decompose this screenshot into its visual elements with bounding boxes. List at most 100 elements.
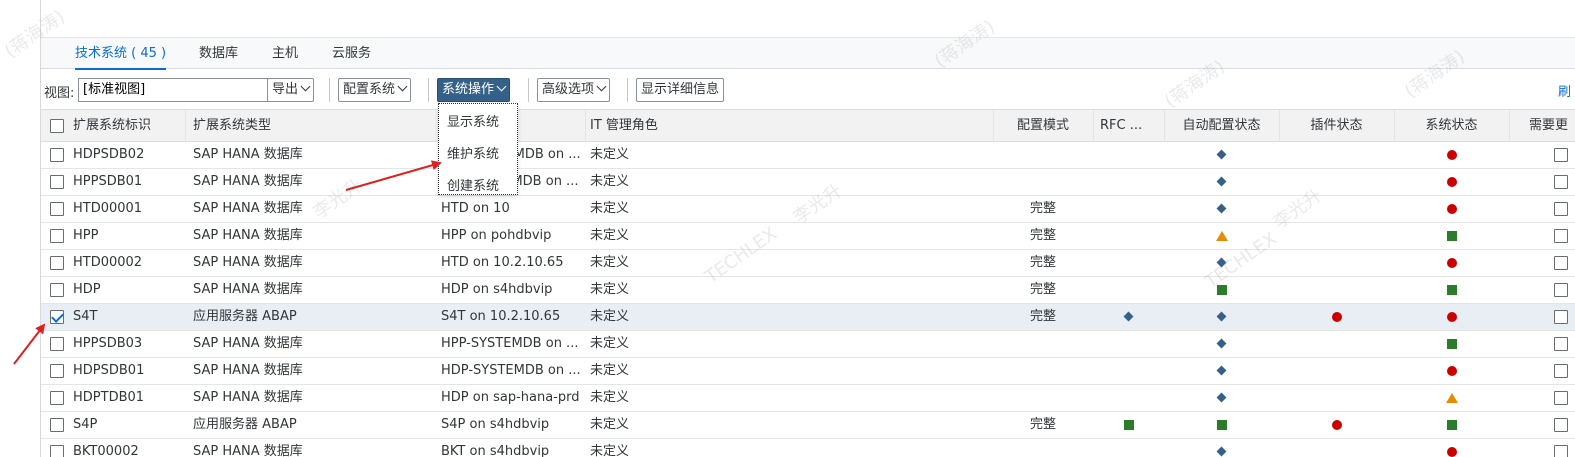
cell-system-type: SAP HANA 数据库 [193, 336, 303, 351]
col-header-plugin[interactable]: 插件状态 [1279, 110, 1394, 142]
export-button[interactable]: 导出 [267, 78, 315, 102]
need-update-checkbox[interactable] [1554, 175, 1568, 189]
toolbar-right-link[interactable]: 刷 [1558, 81, 1571, 100]
table-row[interactable]: HDPSDB01 SAP HANA 数据库 HDP-SYSTEMDB on ... 未… [41, 358, 1575, 385]
config-system-label: 配置系统 [343, 82, 396, 97]
cell-auto-config-status [1164, 277, 1279, 303]
cell-rfc-status [1093, 304, 1164, 330]
need-update-checkbox[interactable] [1554, 364, 1568, 378]
cell-system-status [1394, 304, 1509, 330]
col-header-type[interactable]: 扩展系统类型 [193, 110, 433, 142]
need-update-checkbox[interactable] [1554, 283, 1568, 297]
cell-system-type: SAP HANA 数据库 [193, 201, 303, 216]
view-select[interactable]: [标准视图] [78, 78, 289, 102]
col-header-rfc[interactable]: RFC ... [1100, 110, 1162, 142]
diamond-status-icon [1216, 446, 1227, 457]
table-row[interactable]: HDPSDB02SAP HANA 数据库HDP-SYSTEMDB on ...未… [41, 142, 1575, 169]
cell-config-mode [993, 439, 1093, 457]
cell-it-role: 未定义 [590, 336, 630, 351]
cell-it-role: 未定义 [590, 417, 630, 432]
row-checkbox[interactable] [50, 283, 64, 297]
advanced-options-label: 高级选项 [542, 82, 595, 97]
row-checkbox[interactable] [50, 364, 64, 378]
cell-system-name: HPP-SYSTEMDB on ... [441, 336, 579, 351]
need-update-checkbox[interactable] [1554, 202, 1568, 216]
circle-status-icon [1446, 203, 1457, 214]
table-row[interactable]: BKT00002 SAP HANA 数据库 BKT on s4hdbvip 未定义 [41, 439, 1575, 457]
need-update-checkbox[interactable] [1554, 148, 1568, 162]
triangle-status-icon [1445, 392, 1458, 403]
cell-system-id: HDP [73, 282, 101, 297]
config-system-button[interactable]: 配置系统 [338, 78, 412, 102]
view-label: 视图: [44, 86, 75, 101]
cell-it-role: 未定义 [590, 444, 630, 457]
row-checkbox[interactable] [50, 148, 64, 162]
table-row[interactable]: HPPSDB03 SAP HANA 数据库 HPP-SYSTEMDB on ... 未… [41, 331, 1575, 358]
square-status-icon [1446, 284, 1457, 295]
table-row[interactable]: HPP SAP HANA 数据库 HPP on pohdbvip 未定义 完整 [41, 223, 1575, 250]
row-checkbox[interactable] [50, 202, 64, 216]
cell-it-role: 未定义 [590, 174, 630, 189]
table-row[interactable]: HTD00002 SAP HANA 数据库 HTD on 10.2.10.65 未定义… [41, 250, 1575, 277]
table-row[interactable]: HTD00001 SAP HANA 数据库 HTD on 10 未定义 完整 [41, 196, 1575, 223]
chevron-down-icon [300, 81, 311, 92]
cell-config-mode: 完整 [1029, 201, 1056, 216]
cell-system-type: SAP HANA 数据库 [193, 444, 303, 457]
need-update-checkbox[interactable] [1554, 391, 1568, 405]
table-row[interactable]: S4P 应用服务器 ABAP S4P on s4hdbvip 未定义 完整 [41, 412, 1575, 439]
table-row[interactable]: HDP SAP HANA 数据库 HDP on s4hdbvip 未定义 完整 [41, 277, 1575, 304]
tab-hosts[interactable]: 主机 [272, 38, 298, 69]
need-update-checkbox[interactable] [1554, 256, 1568, 270]
advanced-options-button[interactable]: 高级选项 [537, 78, 611, 102]
tab-technical-systems[interactable]: 技术系统 ( 45 ) [75, 38, 167, 70]
col-header-config-mode[interactable]: 配置模式 [993, 110, 1093, 142]
cell-system-id: HDPSDB02 [73, 147, 145, 162]
need-update-checkbox[interactable] [1554, 445, 1568, 457]
menu-item-create-system[interactable]: 创建系统 [447, 175, 499, 194]
col-header-need-update[interactable]: 需要更 [1529, 110, 1575, 142]
row-checkbox[interactable] [50, 310, 64, 324]
cell-plugin-status [1279, 358, 1394, 384]
need-update-checkbox[interactable] [1554, 337, 1568, 351]
row-checkbox[interactable] [50, 256, 64, 270]
tab-cloud-services[interactable]: 云服务 [332, 38, 371, 69]
cell-it-role: 未定义 [590, 228, 630, 243]
menu-item-display-system[interactable]: 显示系统 [447, 111, 499, 130]
cell-config-mode: 完整 [1029, 282, 1056, 297]
row-checkbox[interactable] [50, 391, 64, 405]
table-row[interactable]: HDPTDB01 SAP HANA 数据库 HDP on sap-hana-prd 未… [41, 385, 1575, 412]
row-checkbox[interactable] [50, 229, 64, 243]
cell-system-status [1394, 196, 1509, 222]
row-checkbox[interactable] [50, 445, 64, 457]
row-checkbox[interactable] [50, 337, 64, 351]
tab-databases[interactable]: 数据库 [199, 38, 238, 69]
show-details-button[interactable]: 显示详细信息 [636, 78, 725, 102]
need-update-checkbox[interactable] [1554, 418, 1568, 432]
diamond-status-icon [1216, 149, 1227, 160]
cell-plugin-status [1279, 412, 1394, 438]
cell-system-id: S4P [73, 417, 98, 432]
cell-rfc-status [1093, 142, 1164, 168]
row-checkbox[interactable] [50, 418, 64, 432]
col-header-id[interactable]: 扩展系统标识 [73, 110, 185, 142]
col-header-it-role[interactable]: IT 管理角色 [590, 110, 990, 142]
cell-plugin-status [1279, 196, 1394, 222]
cell-plugin-status [1279, 142, 1394, 168]
cell-auto-config-status [1164, 385, 1279, 411]
col-header-auto-config[interactable]: 自动配置状态 [1164, 110, 1279, 142]
table-row[interactable]: HPPSDB01SAP HANA 数据库HPP-SYSTEMDB on ...未… [41, 169, 1575, 196]
cell-auto-config-status [1164, 142, 1279, 168]
need-update-checkbox[interactable] [1554, 310, 1568, 324]
toolbar-separator [528, 78, 529, 102]
cell-plugin-status [1279, 250, 1394, 276]
row-checkbox[interactable] [50, 175, 64, 189]
system-ops-button[interactable]: 系统操作 [437, 78, 511, 102]
cell-system-id: S4T [73, 309, 98, 324]
cell-rfc-status [1093, 385, 1164, 411]
table-row[interactable]: S4T 应用服务器 ABAP S4T on 10.2.10.65 未定义 完整 [41, 304, 1575, 331]
select-all-checkbox[interactable] [50, 119, 64, 133]
col-header-system-status[interactable]: 系统状态 [1394, 110, 1509, 142]
column-separator [185, 110, 186, 142]
menu-item-maintain-system[interactable]: 维护系统 [447, 143, 499, 162]
need-update-checkbox[interactable] [1554, 229, 1568, 243]
